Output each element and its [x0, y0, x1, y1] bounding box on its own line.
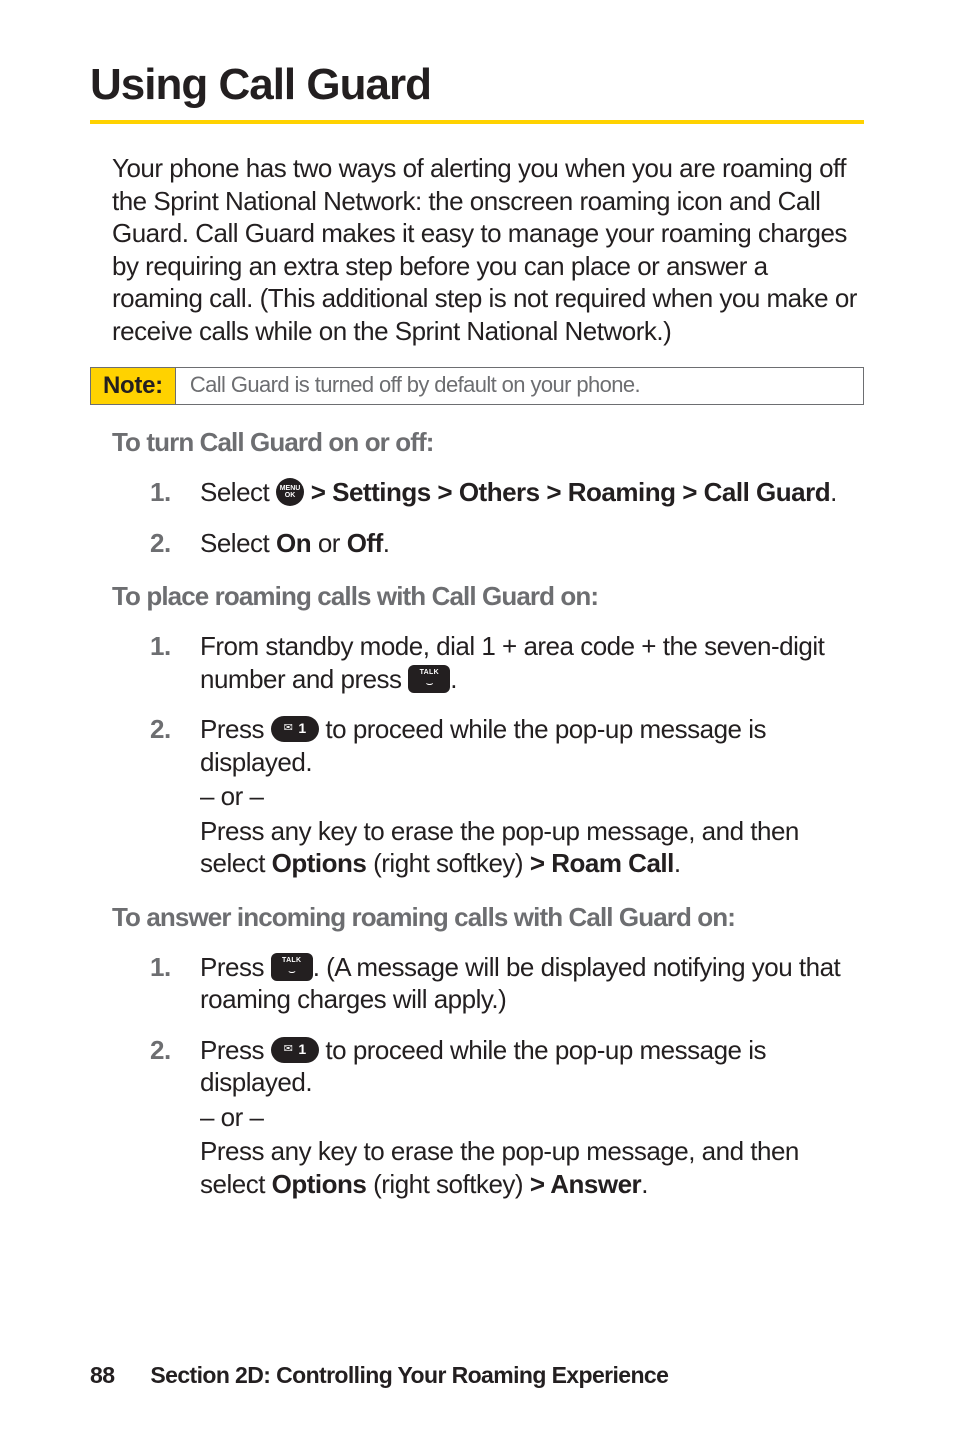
note-label: Note:	[91, 368, 176, 404]
step-select-nav: Select MENUOK > Settings > Others > Roam…	[150, 476, 864, 509]
options-softkey: Options	[272, 1169, 367, 1199]
menu-ok-icon: MENUOK	[276, 478, 304, 506]
intro-paragraph: Your phone has two ways of alerting you …	[112, 152, 864, 347]
step-dial: From standby mode, dial 1 + area code + …	[150, 630, 864, 695]
step-press-one-answer: Press ✉1 to proceed while the pop-up mes…	[150, 1034, 864, 1201]
step-press-talk: Press TALK⌣. (A message will be displaye…	[150, 951, 864, 1016]
page-footer: 88 Section 2D: Controlling Your Roaming E…	[90, 1362, 668, 1389]
page-title: Using Call Guard	[90, 60, 864, 124]
roam-call-option: > Roam Call	[530, 848, 674, 878]
step-press-one-place: Press ✉1 to proceed while the pop-up mes…	[150, 713, 864, 880]
subhead-place-calls: To place roaming calls with Call Guard o…	[112, 581, 864, 612]
talk-key-icon: TALK⌣	[408, 665, 450, 693]
section-label: Section 2D: Controlling Your Roaming Exp…	[150, 1362, 668, 1388]
answer-option: > Answer	[530, 1169, 641, 1199]
option-off: Off	[347, 528, 383, 558]
page-number: 88	[90, 1362, 114, 1389]
or-separator: – or –	[200, 780, 864, 813]
note-text: Call Guard is turned off by default on y…	[176, 368, 654, 404]
option-on: On	[276, 528, 311, 558]
nav-path: > Settings > Others > Roaming > Call Gua…	[304, 477, 830, 507]
talk-key-icon: TALK⌣	[271, 953, 313, 981]
or-separator: – or –	[200, 1101, 864, 1134]
one-key-icon: ✉1	[271, 716, 319, 742]
subhead-answer-calls: To answer incoming roaming calls with Ca…	[112, 902, 864, 933]
one-key-icon: ✉1	[271, 1037, 319, 1063]
step-select-on-off: Select On or Off.	[150, 527, 864, 560]
steps-place-calls: From standby mode, dial 1 + area code + …	[150, 630, 864, 880]
steps-turn-on-off: Select MENUOK > Settings > Others > Roam…	[150, 476, 864, 559]
steps-answer-calls: Press TALK⌣. (A message will be displaye…	[150, 951, 864, 1201]
options-softkey: Options	[272, 848, 367, 878]
note-box: Note: Call Guard is turned off by defaul…	[90, 367, 864, 405]
subhead-turn-on-off: To turn Call Guard on or off:	[112, 427, 864, 458]
